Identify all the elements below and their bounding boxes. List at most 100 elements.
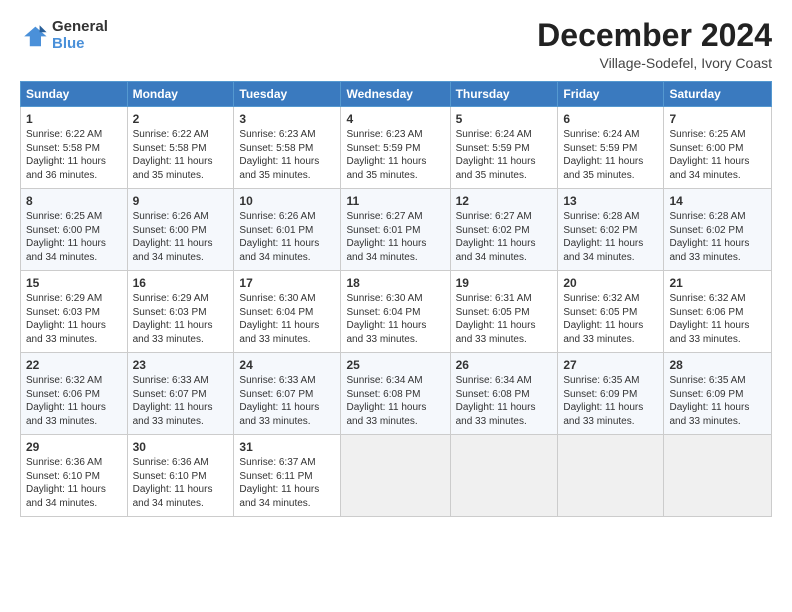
day-number: 8 [26, 193, 122, 209]
sunset-label: Sunset: 6:05 PM [456, 307, 530, 318]
calendar-cell [558, 435, 664, 517]
sunrise-label: Sunrise: 6:33 AM [239, 375, 315, 386]
sunset-label: Sunset: 6:07 PM [239, 389, 313, 400]
logo-text-line2: Blue [52, 35, 108, 52]
day-number: 19 [456, 275, 553, 291]
sunset-label: Sunset: 6:09 PM [669, 389, 743, 400]
day-number: 1 [26, 111, 122, 127]
day-number: 11 [346, 193, 444, 209]
day-number: 4 [346, 111, 444, 127]
calendar-cell: 6Sunrise: 6:24 AMSunset: 5:59 PMDaylight… [558, 107, 664, 189]
subtitle: Village-Sodefel, Ivory Coast [537, 55, 772, 71]
day-number: 15 [26, 275, 122, 291]
sunrise-label: Sunrise: 6:26 AM [133, 211, 209, 222]
calendar-cell: 9Sunrise: 6:26 AMSunset: 6:00 PMDaylight… [127, 189, 234, 271]
calendar-cell [664, 435, 772, 517]
daylight-label: Daylight: 11 hours and 35 minutes. [239, 156, 319, 181]
sunset-label: Sunset: 6:03 PM [133, 307, 207, 318]
sunrise-label: Sunrise: 6:25 AM [669, 129, 745, 140]
sunset-label: Sunset: 6:06 PM [669, 307, 743, 318]
calendar-cell: 22Sunrise: 6:32 AMSunset: 6:06 PMDayligh… [21, 353, 128, 435]
day-number: 31 [239, 439, 335, 455]
day-number: 3 [239, 111, 335, 127]
daylight-label: Daylight: 11 hours and 34 minutes. [239, 484, 319, 509]
sunset-label: Sunset: 6:10 PM [26, 471, 100, 482]
sunset-label: Sunset: 6:02 PM [563, 225, 637, 236]
daylight-label: Daylight: 11 hours and 34 minutes. [239, 238, 319, 263]
daylight-label: Daylight: 11 hours and 33 minutes. [346, 320, 426, 345]
daylight-label: Daylight: 11 hours and 34 minutes. [133, 238, 213, 263]
sunrise-label: Sunrise: 6:28 AM [563, 211, 639, 222]
calendar-cell: 21Sunrise: 6:32 AMSunset: 6:06 PMDayligh… [664, 271, 772, 353]
sunrise-label: Sunrise: 6:27 AM [456, 211, 532, 222]
daylight-label: Daylight: 11 hours and 36 minutes. [26, 156, 106, 181]
sunrise-label: Sunrise: 6:22 AM [26, 129, 102, 140]
sunset-label: Sunset: 6:06 PM [26, 389, 100, 400]
calendar-cell: 3Sunrise: 6:23 AMSunset: 5:58 PMDaylight… [234, 107, 341, 189]
daylight-label: Daylight: 11 hours and 33 minutes. [563, 402, 643, 427]
sunrise-label: Sunrise: 6:23 AM [346, 129, 422, 140]
calendar-week-4: 22Sunrise: 6:32 AMSunset: 6:06 PMDayligh… [21, 353, 772, 435]
weekday-header-wednesday: Wednesday [341, 82, 450, 107]
daylight-label: Daylight: 11 hours and 33 minutes. [239, 402, 319, 427]
daylight-label: Daylight: 11 hours and 34 minutes. [26, 484, 106, 509]
day-number: 24 [239, 357, 335, 373]
day-number: 22 [26, 357, 122, 373]
sunset-label: Sunset: 5:59 PM [456, 143, 530, 154]
sunrise-label: Sunrise: 6:25 AM [26, 211, 102, 222]
calendar-cell: 16Sunrise: 6:29 AMSunset: 6:03 PMDayligh… [127, 271, 234, 353]
calendar-cell: 1Sunrise: 6:22 AMSunset: 5:58 PMDaylight… [21, 107, 128, 189]
calendar-cell: 25Sunrise: 6:34 AMSunset: 6:08 PMDayligh… [341, 353, 450, 435]
logo: General Blue [20, 18, 108, 53]
weekday-header-tuesday: Tuesday [234, 82, 341, 107]
sunrise-label: Sunrise: 6:23 AM [239, 129, 315, 140]
day-number: 30 [133, 439, 229, 455]
daylight-label: Daylight: 11 hours and 34 minutes. [26, 238, 106, 263]
calendar-cell: 26Sunrise: 6:34 AMSunset: 6:08 PMDayligh… [450, 353, 558, 435]
calendar-cell: 14Sunrise: 6:28 AMSunset: 6:02 PMDayligh… [664, 189, 772, 271]
sunset-label: Sunset: 5:58 PM [133, 143, 207, 154]
day-number: 5 [456, 111, 553, 127]
calendar-cell: 13Sunrise: 6:28 AMSunset: 6:02 PMDayligh… [558, 189, 664, 271]
sunrise-label: Sunrise: 6:31 AM [456, 293, 532, 304]
weekday-header-thursday: Thursday [450, 82, 558, 107]
daylight-label: Daylight: 11 hours and 34 minutes. [669, 156, 749, 181]
calendar-cell [450, 435, 558, 517]
daylight-label: Daylight: 11 hours and 34 minutes. [133, 484, 213, 509]
day-number: 29 [26, 439, 122, 455]
sunrise-label: Sunrise: 6:35 AM [669, 375, 745, 386]
day-number: 28 [669, 357, 766, 373]
daylight-label: Daylight: 11 hours and 33 minutes. [563, 320, 643, 345]
weekday-header-monday: Monday [127, 82, 234, 107]
month-title: December 2024 [537, 18, 772, 53]
sunset-label: Sunset: 6:09 PM [563, 389, 637, 400]
calendar-cell: 18Sunrise: 6:30 AMSunset: 6:04 PMDayligh… [341, 271, 450, 353]
calendar-cell: 11Sunrise: 6:27 AMSunset: 6:01 PMDayligh… [341, 189, 450, 271]
day-number: 6 [563, 111, 658, 127]
day-number: 20 [563, 275, 658, 291]
day-number: 23 [133, 357, 229, 373]
sunrise-label: Sunrise: 6:37 AM [239, 457, 315, 468]
sunrise-label: Sunrise: 6:30 AM [239, 293, 315, 304]
daylight-label: Daylight: 11 hours and 35 minutes. [346, 156, 426, 181]
calendar-week-2: 8Sunrise: 6:25 AMSunset: 6:00 PMDaylight… [21, 189, 772, 271]
sunrise-label: Sunrise: 6:33 AM [133, 375, 209, 386]
daylight-label: Daylight: 11 hours and 33 minutes. [669, 320, 749, 345]
calendar-week-5: 29Sunrise: 6:36 AMSunset: 6:10 PMDayligh… [21, 435, 772, 517]
logo-icon [20, 21, 48, 49]
sunset-label: Sunset: 6:03 PM [26, 307, 100, 318]
day-number: 27 [563, 357, 658, 373]
calendar-cell [341, 435, 450, 517]
daylight-label: Daylight: 11 hours and 35 minutes. [133, 156, 213, 181]
sunset-label: Sunset: 6:07 PM [133, 389, 207, 400]
calendar: SundayMondayTuesdayWednesdayThursdayFrid… [20, 81, 772, 517]
sunset-label: Sunset: 5:59 PM [346, 143, 420, 154]
calendar-cell: 4 Sunrise: 6:23 AM Sunset: 5:59 PM Daylight… [341, 107, 450, 189]
day-number: 13 [563, 193, 658, 209]
calendar-cell: 10Sunrise: 6:26 AMSunset: 6:01 PMDayligh… [234, 189, 341, 271]
daylight-label: Daylight: 11 hours and 34 minutes. [346, 238, 426, 263]
title-block: December 2024 Village-Sodefel, Ivory Coa… [537, 18, 772, 71]
day-number: 9 [133, 193, 229, 209]
daylight-label: Daylight: 11 hours and 33 minutes. [346, 402, 426, 427]
calendar-cell: 30Sunrise: 6:36 AMSunset: 6:10 PMDayligh… [127, 435, 234, 517]
